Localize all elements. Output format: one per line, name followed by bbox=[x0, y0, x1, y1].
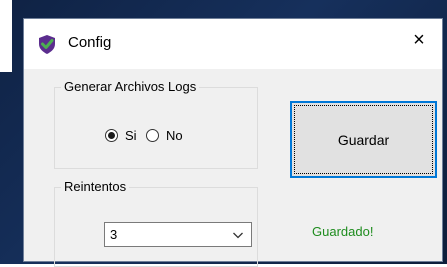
retries-group-label: Reintentos bbox=[61, 179, 130, 195]
radio-si[interactable]: Si bbox=[105, 128, 137, 143]
retries-selected-value: 3 bbox=[110, 227, 118, 242]
close-button[interactable]: × bbox=[396, 19, 442, 61]
radio-no-label: No bbox=[166, 128, 183, 143]
save-button[interactable]: Guardar bbox=[290, 101, 437, 178]
config-dialog: Config × Generar Archivos Logs Si No Gua… bbox=[23, 18, 443, 267]
background-window-edge bbox=[0, 0, 12, 72]
radio-checked-indicator bbox=[105, 129, 118, 142]
retries-dropdown[interactable]: 3 bbox=[104, 222, 252, 247]
logs-group-label: Generar Archivos Logs bbox=[61, 79, 200, 95]
radio-si-label: Si bbox=[125, 128, 137, 143]
checkmark-shield-icon bbox=[39, 35, 55, 54]
status-message: Guardado! bbox=[312, 224, 374, 239]
close-icon: × bbox=[413, 28, 425, 51]
chevron-down-icon bbox=[233, 232, 243, 239]
title-bar: Config × bbox=[24, 19, 442, 69]
radio-unchecked-indicator bbox=[146, 129, 159, 142]
radio-no[interactable]: No bbox=[146, 128, 183, 143]
window-title: Config bbox=[68, 34, 112, 51]
save-button-label: Guardar bbox=[337, 131, 390, 148]
